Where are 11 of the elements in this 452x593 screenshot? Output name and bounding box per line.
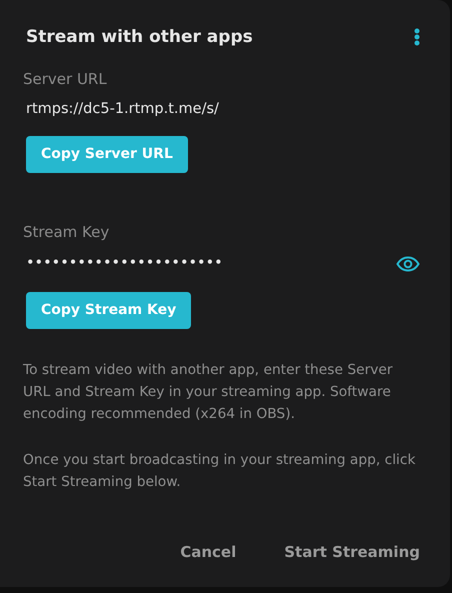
field-label: Stream Key: [23, 222, 110, 244]
instruction-text: To stream video with another app, enter these Server URL and Stream Key in your streaming app. Software encoding recommended (x264 in OBS).: [23, 360, 394, 424]
field-label: Server URL: [23, 69, 108, 90]
server-url-text: rtmps://dc5-1.rtmp.t.me/s/: [26, 100, 220, 118]
dialog-title: Stream with other apps: [26, 26, 253, 48]
start-streaming-button[interactable]: Start Streaming: [284, 540, 420, 564]
cancel-button[interactable]: Cancel: [180, 540, 236, 564]
more-icon: [414, 28, 420, 46]
instruction-text: Once you start broadcasting in your streaming app, click Start Streaming below.: [23, 450, 416, 492]
eye-icon: [396, 256, 420, 272]
stream-key-text: •••••••••••••••••••••••: [26, 254, 223, 273]
